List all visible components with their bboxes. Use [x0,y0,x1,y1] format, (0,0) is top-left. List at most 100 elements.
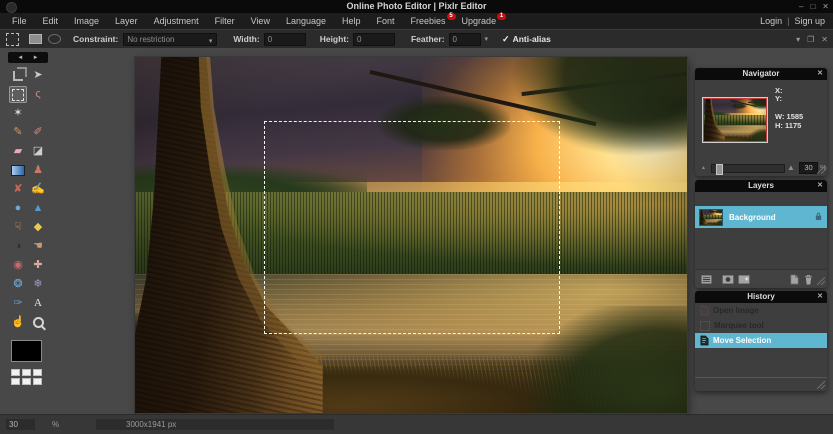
tool-pencil[interactable]: ✎ [9,124,27,141]
tool-marquee[interactable] [9,86,27,103]
palette-cell[interactable] [11,378,20,385]
tool-sharpen[interactable]: ▲ [29,200,47,217]
status-zoom-value[interactable]: 30 [6,419,35,430]
palette-cell[interactable] [33,378,42,385]
delete-layer-icon[interactable] [804,274,813,285]
options-collapse-icon[interactable]: ▾ [796,35,800,44]
menu-image[interactable]: Image [66,13,107,29]
history-item-marquee-tool[interactable]: Marquee tool [695,318,827,333]
zoom-slider-handle[interactable] [716,164,723,175]
history-resize-grip[interactable] [817,381,825,389]
palette-cell[interactable] [11,369,20,376]
layer-settings-icon[interactable] [701,275,712,284]
brush-icon: ✐ [33,127,42,138]
layers-panel-title[interactable]: Layers ✕ [695,180,827,192]
tool-clone-stamp[interactable]: ♟ [29,162,47,179]
palette-cell[interactable] [22,369,31,376]
menu-adjustment[interactable]: Adjustment [146,13,207,29]
navigator-panel-title[interactable]: Navigator ✕ [695,68,827,80]
zoom-out-mountain-icon[interactable]: ▲ [701,165,706,171]
options-float-icon[interactable]: ❐ [807,35,814,44]
toolbox-next-icon[interactable]: ► [33,55,39,61]
upgrade-badge: 1 [497,13,506,20]
menu-freebies[interactable]: Freebies 5 [403,13,454,29]
tool-wand[interactable]: ✶ [9,105,27,122]
navigator-thumbnail[interactable] [702,97,768,143]
zoom-slider-track[interactable] [711,164,785,173]
menu-filter[interactable]: Filter [207,13,243,29]
tool-drawing[interactable]: ✍ [29,181,47,198]
tool-gradient[interactable] [9,162,27,179]
menu-font[interactable]: Font [369,13,403,29]
history-panel-title[interactable]: History ✕ [695,291,827,303]
main-color-swatch[interactable] [11,340,42,362]
navigator-view-rect[interactable] [703,98,767,142]
menu-help[interactable]: Help [334,13,369,29]
tool-colorpicker[interactable]: ✑ [9,295,27,312]
menu-language[interactable]: Language [278,13,334,29]
menu-file[interactable]: File [4,13,35,29]
minimize-icon[interactable]: – [799,2,803,11]
tool-lasso[interactable]: ς [29,86,47,103]
history-item-open-image[interactable]: Open Image [695,303,827,318]
tool-smudge[interactable]: ☟ [9,219,27,236]
tool-zoom[interactable] [29,314,47,331]
tool-burn[interactable]: ☚ [29,238,47,255]
canvas[interactable] [135,57,687,413]
zoom-in-mountain-icon[interactable]: ▲ [787,163,795,172]
maximize-icon[interactable]: □ [810,2,815,11]
toolbox-prev-icon[interactable]: ◄ [17,55,23,61]
ellipse-shape-button[interactable] [48,34,61,44]
layers-toolbar [695,269,827,288]
history-close-icon[interactable]: ✕ [817,291,823,303]
constraint-select[interactable]: No restriction ▾ [123,33,217,46]
tool-color-replace[interactable]: ✘ [9,181,27,198]
menu-edit[interactable]: Edit [35,13,67,29]
tool-move[interactable]: ➤ [29,67,47,84]
tool-blur[interactable]: ● [9,200,27,217]
color-palette-grid[interactable] [11,369,48,385]
feather-input[interactable]: 0 [449,33,481,46]
width-input[interactable]: 0 [264,33,306,46]
antialias-checkbox[interactable]: ✓ [502,34,510,45]
navigator-close-icon[interactable]: ✕ [817,68,823,80]
tool-eraser[interactable]: ▰ [9,143,27,160]
menu-upgrade[interactable]: Upgrade 1 [454,13,505,29]
navigator-resize-grip[interactable] [817,166,825,174]
selection-marquee[interactable] [264,121,560,334]
tool-spot-heal[interactable]: ✚ [29,257,47,274]
options-close-icon[interactable]: ✕ [821,35,828,44]
layers-close-icon[interactable]: ✕ [817,180,823,192]
tool-type[interactable]: A [29,295,47,312]
new-layer-icon[interactable] [790,274,799,285]
signup-link[interactable]: Sign up [794,16,825,26]
feather-dropdown-icon[interactable]: ▾ [485,35,489,43]
tool-dodge[interactable]: ◑ [9,238,27,255]
status-percent-label: % [52,420,59,429]
tool-paint-bucket[interactable]: ◪ [29,143,47,160]
login-link[interactable]: Login [760,16,782,26]
palette-cell[interactable] [33,369,42,376]
menu-view[interactable]: View [243,13,278,29]
width-label: Width: [233,34,259,44]
close-icon[interactable]: ✕ [822,2,829,11]
rectangle-shape-button[interactable] [29,34,42,44]
height-input[interactable]: 0 [353,33,395,46]
window-title: Online Photo Editor | Pixlr Editor [0,0,833,13]
history-item-move-selection[interactable]: Move Selection [695,333,827,348]
menu-layer[interactable]: Layer [107,13,146,29]
add-layer-mask-icon[interactable] [722,275,734,284]
tool-red-eye-reduction[interactable]: ◉ [9,257,27,274]
tool-crop[interactable] [9,67,27,84]
tool-sponge[interactable]: ◆ [29,219,47,236]
tool-bloat[interactable]: ❂ [9,276,27,293]
zoom-value-input[interactable]: 30 [799,162,818,174]
layers-resize-grip[interactable] [817,277,825,285]
tool-pinch[interactable]: ❄ [29,276,47,293]
add-layer-style-icon[interactable] [738,275,750,284]
layer-row-background[interactable]: Background [695,206,827,228]
palette-cell[interactable] [22,378,31,385]
pinch-icon: ❄ [33,279,42,290]
tool-brush[interactable]: ✐ [29,124,47,141]
tool-hand[interactable]: ☝ [9,314,27,331]
